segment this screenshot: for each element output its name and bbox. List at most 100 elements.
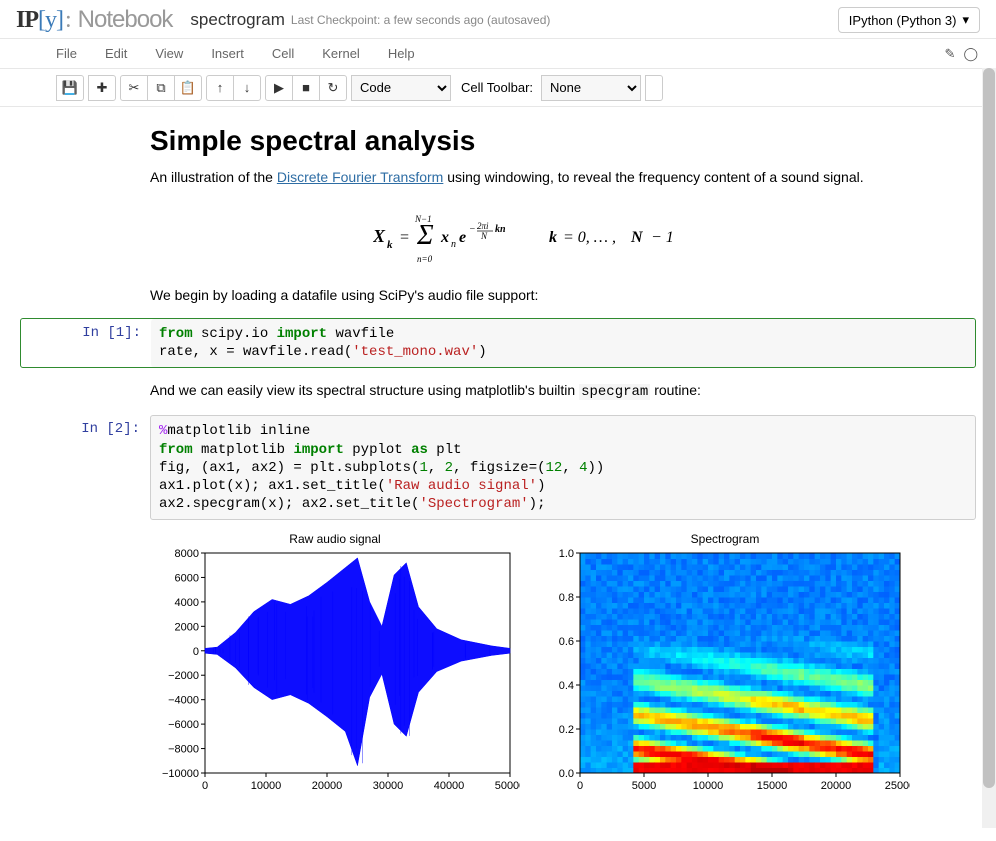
logo-bracket-close: ] bbox=[56, 7, 63, 33]
svg-text:x: x bbox=[440, 229, 449, 246]
svg-text:0: 0 bbox=[577, 780, 583, 792]
svg-text:−2000: −2000 bbox=[168, 671, 199, 683]
svg-text:−8000: −8000 bbox=[168, 744, 199, 756]
kernel-label: IPython (Python 3) bbox=[849, 13, 957, 28]
kernel-select: IPython (Python 3) ▾ bbox=[838, 7, 980, 33]
code-input[interactable]: %matplotlib inline from matplotlib impor… bbox=[150, 415, 976, 520]
menu-kernel[interactable]: Kernel bbox=[308, 46, 374, 61]
stop-icon: ■ bbox=[302, 80, 310, 95]
svg-text:kn: kn bbox=[495, 224, 506, 235]
svg-text:40000: 40000 bbox=[434, 780, 465, 792]
svg-text:0.8: 0.8 bbox=[559, 592, 574, 604]
cell-type-select[interactable]: Code bbox=[351, 75, 451, 101]
header: IP[y]: Notebook spectrogram Last Checkpo… bbox=[0, 0, 996, 39]
intro-paragraph: An illustration of the Discrete Fourier … bbox=[150, 167, 956, 188]
svg-text:N: N bbox=[630, 229, 644, 246]
copy-button[interactable]: ⧉ bbox=[147, 75, 175, 101]
svg-text:0: 0 bbox=[202, 780, 208, 792]
markdown-cell[interactable]: Simple spectral analysis An illustration… bbox=[20, 125, 976, 306]
paste-button[interactable]: 📋 bbox=[174, 75, 202, 101]
toolbar: 💾 ✚ ✂ ⧉ 📋 ↑ ↓ ▶ ■ ↻ Code Cell Toolbar: N… bbox=[0, 69, 996, 107]
plus-icon: ✚ bbox=[97, 80, 108, 96]
kernel-button[interactable]: IPython (Python 3) ▾ bbox=[838, 7, 980, 33]
save-button[interactable]: 💾 bbox=[56, 75, 84, 101]
svg-text:5000: 5000 bbox=[632, 780, 656, 792]
svg-text:1.0: 1.0 bbox=[559, 548, 574, 560]
markdown-cell-2[interactable]: And we can easily view its spectral stru… bbox=[20, 380, 976, 403]
plot2-title: Spectrogram bbox=[540, 532, 910, 546]
scrollbar-thumb[interactable] bbox=[983, 68, 995, 788]
svg-text:= 0, … ,: = 0, … , bbox=[563, 229, 616, 246]
notebook-content[interactable]: Simple spectral analysis An illustration… bbox=[0, 107, 996, 841]
insert-cell-button[interactable]: ✚ bbox=[88, 75, 116, 101]
cell-prompt: In [1]: bbox=[21, 319, 151, 367]
svg-text:−4000: −4000 bbox=[168, 695, 199, 707]
menu-cell[interactable]: Cell bbox=[258, 46, 308, 61]
cell-toolbar-select[interactable]: None bbox=[541, 75, 641, 101]
svg-text:0.6: 0.6 bbox=[559, 636, 574, 648]
svg-text:25000: 25000 bbox=[885, 780, 910, 792]
cell-prompt: In [2]: bbox=[20, 415, 150, 520]
logo-y: y bbox=[45, 7, 56, 33]
code-cell-2[interactable]: In [2]: %matplotlib inline from matplotl… bbox=[20, 415, 976, 520]
svg-text:N−1: N−1 bbox=[414, 214, 432, 224]
svg-text:10000: 10000 bbox=[693, 780, 724, 792]
caret-down-icon: ▾ bbox=[962, 12, 969, 28]
svg-text:−10000: −10000 bbox=[162, 768, 199, 780]
logo-bracket-open: [ bbox=[38, 7, 45, 33]
menu-view[interactable]: View bbox=[141, 46, 197, 61]
scrollbar[interactable] bbox=[982, 68, 996, 828]
notebook-name[interactable]: spectrogram bbox=[190, 10, 284, 30]
arrow-down-icon: ↓ bbox=[244, 80, 251, 95]
svg-text:n: n bbox=[451, 239, 456, 250]
move-up-button[interactable]: ↑ bbox=[206, 75, 234, 101]
code-input[interactable]: from scipy.io import wavfile rate, x = w… bbox=[151, 319, 975, 367]
run-button[interactable]: ▶ bbox=[265, 75, 293, 101]
kernel-idle-icon: ◯ bbox=[963, 46, 978, 62]
restart-button[interactable]: ↻ bbox=[319, 75, 347, 101]
svg-text:20000: 20000 bbox=[821, 780, 852, 792]
svg-text:0.4: 0.4 bbox=[559, 680, 574, 692]
menu-file[interactable]: File bbox=[16, 46, 91, 61]
copy-icon: ⧉ bbox=[156, 80, 165, 96]
p3: And we can easily view its spectral stru… bbox=[150, 380, 956, 403]
menu-edit[interactable]: Edit bbox=[91, 46, 141, 61]
logo[interactable]: IP[y]: Notebook bbox=[16, 6, 172, 34]
play-icon: ▶ bbox=[274, 80, 284, 96]
svg-text:N: N bbox=[480, 231, 488, 241]
svg-text:e: e bbox=[459, 229, 466, 246]
svg-text:n=0: n=0 bbox=[417, 254, 433, 264]
svg-text:4000: 4000 bbox=[175, 597, 199, 609]
svg-text:15000: 15000 bbox=[757, 780, 788, 792]
svg-text:Σ: Σ bbox=[416, 220, 434, 251]
menu-help[interactable]: Help bbox=[374, 46, 429, 61]
cut-button[interactable]: ✂ bbox=[120, 75, 148, 101]
svg-text:k: k bbox=[549, 229, 557, 246]
math-formula: X k = Σ n=0 N−1 x n e − 2πi N kn k = 0, … bbox=[150, 198, 956, 285]
menu-insert[interactable]: Insert bbox=[197, 46, 258, 61]
svg-text:2000: 2000 bbox=[175, 622, 199, 634]
cut-icon: ✂ bbox=[129, 80, 140, 96]
arrow-up-icon: ↑ bbox=[217, 80, 224, 95]
logo-colon: : bbox=[65, 7, 71, 33]
inline-code: specgram bbox=[579, 384, 650, 400]
move-down-button[interactable]: ↓ bbox=[233, 75, 261, 101]
checkpoint-status: Last Checkpoint: a few seconds ago (auto… bbox=[291, 13, 551, 27]
save-icon: 💾 bbox=[62, 80, 78, 96]
cell-toolbar-label: Cell Toolbar: bbox=[461, 80, 533, 95]
svg-text:0.0: 0.0 bbox=[559, 768, 574, 780]
page-title: Simple spectral analysis bbox=[150, 125, 956, 157]
svg-text:k: k bbox=[387, 239, 393, 251]
code-cell-1[interactable]: In [1]: from scipy.io import wavfile rat… bbox=[20, 318, 976, 368]
svg-text:20000: 20000 bbox=[312, 780, 343, 792]
svg-text:2πi: 2πi bbox=[477, 221, 489, 231]
svg-text:0: 0 bbox=[193, 646, 199, 658]
svg-text:0.2: 0.2 bbox=[559, 724, 574, 736]
interrupt-button[interactable]: ■ bbox=[292, 75, 320, 101]
toolbar-extra-button[interactable] bbox=[645, 75, 663, 101]
dft-link[interactable]: Discrete Fourier Transform bbox=[277, 169, 443, 185]
svg-text:8000: 8000 bbox=[175, 548, 199, 560]
svg-text:6000: 6000 bbox=[175, 573, 199, 585]
svg-text:−6000: −6000 bbox=[168, 719, 199, 731]
paste-icon: 📋 bbox=[180, 80, 196, 96]
